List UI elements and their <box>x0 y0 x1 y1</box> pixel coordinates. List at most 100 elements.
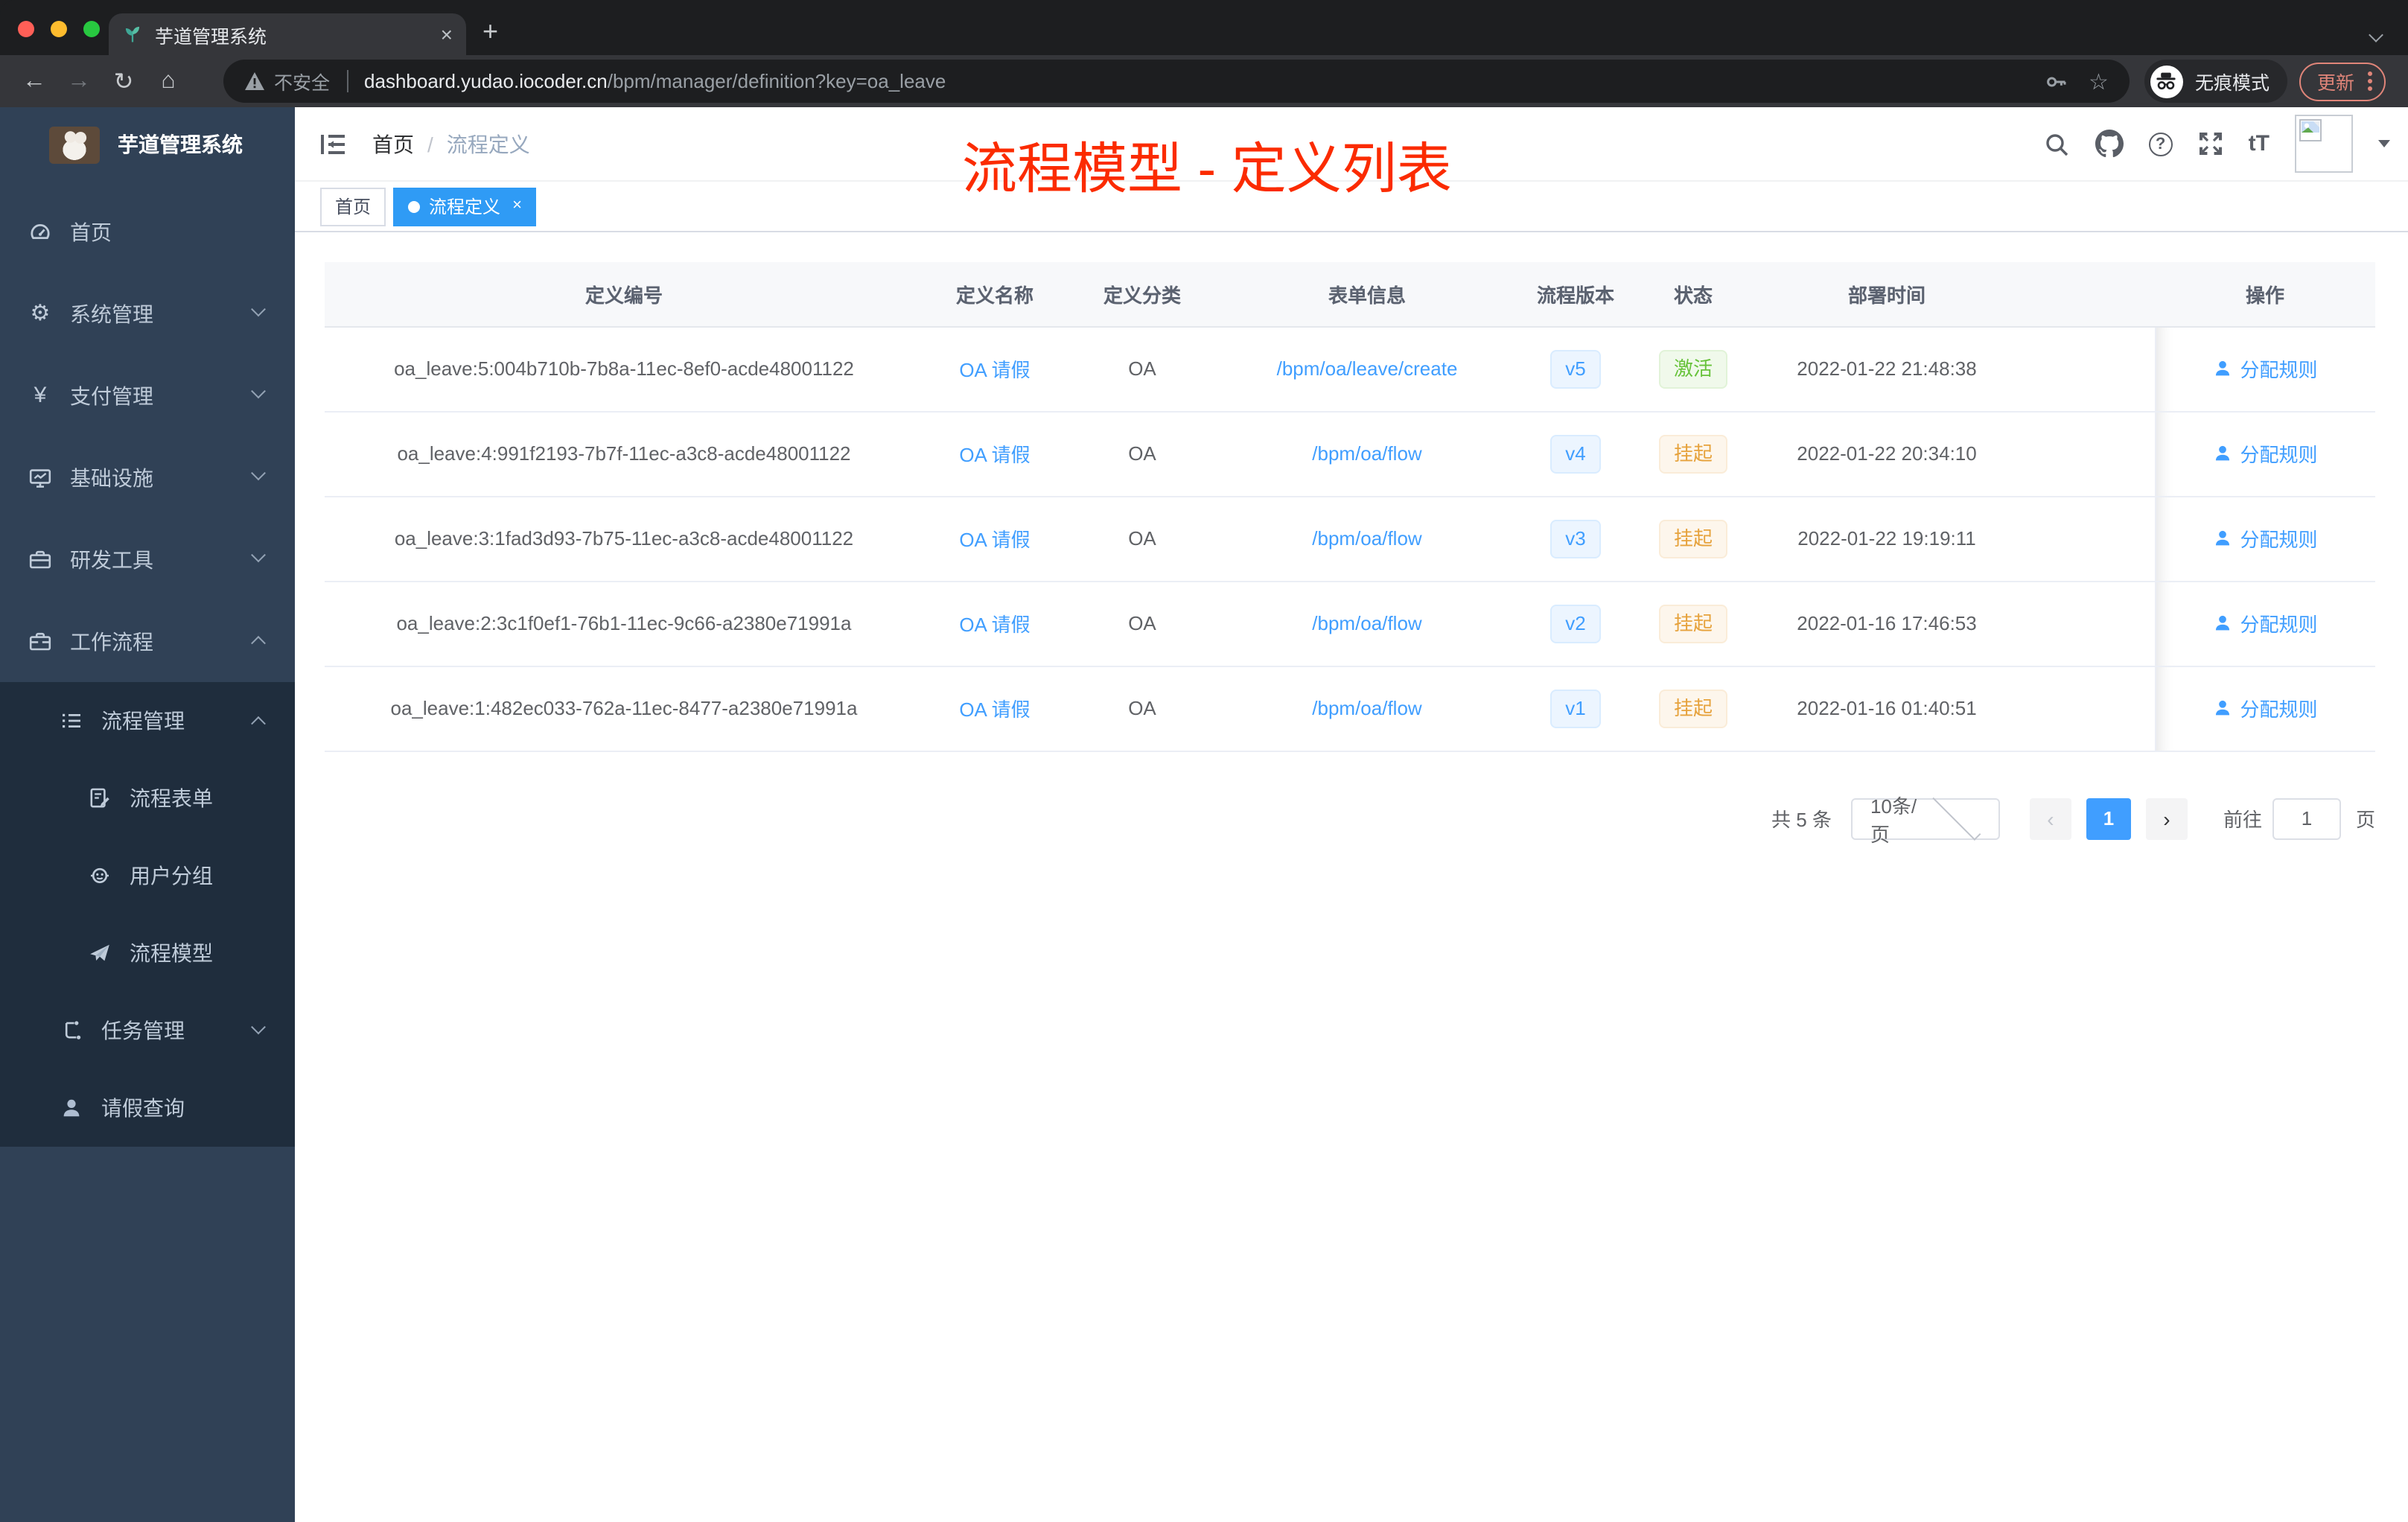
search-icon[interactable] <box>2043 130 2070 157</box>
help-icon[interactable]: ? <box>2148 132 2173 156</box>
deploy-time: 2022-01-22 21:48:38 <box>1751 326 2022 412</box>
monitor-icon <box>28 465 52 489</box>
sidebar-item-payment[interactable]: ¥ 支付管理 <box>0 354 295 436</box>
bookmark-star-icon[interactable]: ☆ <box>2089 68 2109 95</box>
sidebar-item-label: 首页 <box>70 220 112 243</box>
fullscreen-icon[interactable] <box>2198 131 2223 156</box>
breadcrumb-home[interactable]: 首页 <box>372 129 414 159</box>
goto-page-input[interactable] <box>2272 797 2341 839</box>
select-caret-icon <box>1933 792 1981 841</box>
new-tab-button[interactable]: + <box>482 16 498 48</box>
assign-rule-button[interactable]: 分配规则 <box>2213 609 2318 637</box>
not-secure-warning-icon <box>245 72 264 90</box>
col-deploy-time: 部署时间 <box>1751 262 2022 327</box>
sidebar-item-user-group[interactable]: 用户分组 <box>0 837 295 914</box>
definition-id: oa_leave:2:3c1f0ef1-76b1-11ec-9c66-a2380… <box>325 581 923 666</box>
assign-rule-button[interactable]: 分配规则 <box>2213 439 2318 468</box>
update-button[interactable]: 更新 <box>2299 62 2386 101</box>
definition-id: oa_leave:4:991f2193-7b7f-11ec-a3c8-acde4… <box>325 411 923 497</box>
menu-kebab-icon[interactable] <box>2368 79 2372 83</box>
chevron-up-icon <box>251 715 266 730</box>
definition-name-link[interactable]: OA 请假 <box>959 698 1030 721</box>
github-icon[interactable] <box>2095 130 2124 158</box>
definition-category: OA <box>1066 581 1218 666</box>
col-actions: 操作 <box>2155 262 2375 327</box>
yen-icon: ¥ <box>34 383 47 408</box>
page-number-1[interactable]: 1 <box>2086 797 2131 839</box>
status-badge: 挂起 <box>1658 689 1727 727</box>
sidebar-item-task-management[interactable]: 任务管理 <box>0 992 295 1069</box>
tag-process-definition[interactable]: 流程定义 × <box>393 187 537 226</box>
page-size-select[interactable]: 10条/页 <box>1850 792 2000 845</box>
definition-name-link[interactable]: OA 请假 <box>959 444 1030 466</box>
deploy-time: 2022-01-16 17:46:53 <box>1751 581 2022 666</box>
close-tab-icon[interactable]: × <box>441 24 453 45</box>
version-badge: v5 <box>1550 349 1601 388</box>
version-badge: v1 <box>1550 689 1601 727</box>
user-icon <box>2216 445 2230 461</box>
home-button[interactable]: ⌂ <box>146 68 191 95</box>
sidebar-item-leave-query[interactable]: 请假查询 <box>0 1069 295 1147</box>
sidebar-item-process-form[interactable]: 流程表单 <box>0 760 295 837</box>
font-size-icon[interactable]: tT <box>2249 131 2270 156</box>
form-link[interactable]: /bpm/oa/flow <box>1312 697 1421 719</box>
avatar[interactable] <box>2295 115 2353 173</box>
prev-page-button[interactable]: ‹ <box>2029 797 2071 839</box>
page-unit-label: 页 <box>2355 809 2375 831</box>
form-link[interactable]: /bpm/oa/flow <box>1312 442 1421 465</box>
security-label: 不安全 <box>274 73 331 94</box>
password-key-icon[interactable] <box>2044 69 2068 93</box>
sidebar: 芋道管理系统 首页 ⚙ 系统管理 ¥ 支付管理 基础设施 研发工具 工作流程 流… <box>0 107 295 1522</box>
definition-name-link[interactable]: OA 请假 <box>959 529 1030 551</box>
logo-row[interactable]: 芋道管理系统 <box>0 107 295 182</box>
zoom-window-button[interactable] <box>83 21 100 37</box>
assign-rule-button[interactable]: 分配规则 <box>2213 524 2318 553</box>
browser-window: 芋道管理系统 × + ← → ↻ ⌂ 不安全 dashboard.yudao.i… <box>0 0 2408 1522</box>
back-button[interactable]: ← <box>12 68 57 95</box>
close-window-button[interactable] <box>18 21 34 37</box>
tab-strip: 芋道管理系统 × + <box>0 0 2408 55</box>
user-icon <box>2216 615 2230 631</box>
tag-close-icon[interactable]: × <box>512 197 522 214</box>
definition-id: oa_leave:1:482ec033-762a-11ec-8477-a2380… <box>325 666 923 751</box>
active-dot-icon <box>408 200 421 212</box>
user-icon <box>2216 360 2230 376</box>
minimize-window-button[interactable] <box>51 21 67 37</box>
reload-button[interactable]: ↻ <box>101 66 146 96</box>
chevron-down-icon <box>251 1019 266 1034</box>
sidebar-item-home[interactable]: 首页 <box>0 191 295 273</box>
definition-category: OA <box>1066 411 1218 497</box>
sidebar-item-process-model[interactable]: 流程模型 <box>0 914 295 992</box>
tab-strip-chevron-icon[interactable] <box>2369 21 2384 42</box>
next-page-button[interactable]: › <box>2145 797 2188 839</box>
status-badge: 挂起 <box>1658 604 1727 643</box>
form-link[interactable]: /bpm/oa/leave/create <box>1277 357 1458 380</box>
form-link[interactable]: /bpm/oa/flow <box>1312 612 1421 634</box>
chevron-up-icon <box>251 635 266 651</box>
url-bar[interactable]: 不安全 dashboard.yudao.iocoder.cn/bpm/manag… <box>223 60 2130 103</box>
definition-name-link[interactable]: OA 请假 <box>959 614 1030 636</box>
page-title-annotation: 流程模型 - 定义列表 <box>962 138 1452 200</box>
col-form-info: 表单信息 <box>1218 262 1516 327</box>
breadcrumb-separator: / <box>427 132 433 156</box>
sidebar-item-dev-tools[interactable]: 研发工具 <box>0 518 295 600</box>
form-link[interactable]: /bpm/oa/flow <box>1312 527 1421 550</box>
forward-button[interactable]: → <box>57 68 101 95</box>
broken-image-icon <box>2299 119 2322 141</box>
version-badge: v2 <box>1550 604 1601 643</box>
assign-rule-button[interactable]: 分配规则 <box>2213 354 2318 383</box>
hamburger-icon[interactable] <box>319 129 348 159</box>
browser-tab[interactable]: 芋道管理系统 × <box>109 13 466 55</box>
flow-tree-icon <box>60 1019 83 1042</box>
sidebar-item-system[interactable]: ⚙ 系统管理 <box>0 273 295 354</box>
dashboard-icon <box>28 220 52 243</box>
sidebar-item-process-management[interactable]: 流程管理 <box>0 682 295 760</box>
tag-home[interactable]: 首页 <box>320 187 386 226</box>
status-badge: 激活 <box>1658 349 1727 388</box>
table-row: oa_leave:1:482ec033-762a-11ec-8477-a2380… <box>325 666 2375 751</box>
sidebar-item-workflow[interactable]: 工作流程 <box>0 600 295 682</box>
assign-rule-button[interactable]: 分配规则 <box>2213 694 2318 722</box>
caret-down-icon[interactable] <box>2378 140 2390 147</box>
definition-name-link[interactable]: OA 请假 <box>959 359 1030 381</box>
sidebar-item-infrastructure[interactable]: 基础设施 <box>0 436 295 518</box>
